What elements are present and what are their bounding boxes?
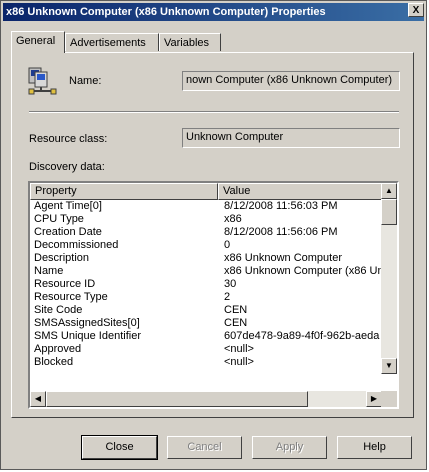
discovery-data-list[interactable]: Property Value Agent Time[0] 8/12/2008 11… [28, 181, 399, 409]
table-row[interactable]: Site Code CEN [30, 304, 382, 317]
table-row[interactable]: Resource Type 2 [30, 291, 382, 304]
separator [29, 111, 399, 113]
discovery-data-label: Discovery data: [29, 161, 105, 173]
value-cell: x86 [224, 213, 242, 225]
help-button[interactable]: Help [337, 436, 412, 459]
property-cell: Decommissioned [34, 239, 119, 251]
property-cell: Resource ID [34, 278, 96, 290]
property-cell: Resource Type [34, 291, 108, 303]
value-cell: 607de478-9a89-4f0f-962b-aeda [224, 330, 380, 342]
value-cell: 0 [224, 239, 231, 251]
table-row[interactable]: Creation Date 8/12/2008 11:56:06 PM [30, 226, 382, 239]
value-cell: 8/12/2008 11:56:06 PM [224, 226, 338, 238]
scroll-corner [381, 391, 397, 407]
table-row[interactable]: Agent Time[0] 8/12/2008 11:56:03 PM [30, 200, 382, 213]
table-row[interactable]: SMSAssignedSites[0] CEN [30, 317, 382, 330]
tab-general[interactable]: General [11, 31, 65, 53]
table-row[interactable]: Resource ID 30 [30, 278, 382, 291]
tab-advertisements[interactable]: Advertisements [65, 33, 159, 51]
property-cell: SMS Unique Identifier [34, 330, 141, 342]
table-row[interactable]: CPU Type x86 [30, 213, 382, 226]
property-cell: Blocked [34, 356, 74, 368]
name-label: Name: [69, 75, 102, 87]
properties-dialog: x86 Unknown Computer (x86 Unknown Comput… [0, 0, 427, 470]
table-row[interactable]: Decommissioned 0 [30, 239, 382, 252]
value-cell: <null> [224, 343, 254, 355]
vertical-scrollbar[interactable]: ▲ ▼ [381, 183, 397, 374]
value-cell: <null> [224, 356, 254, 368]
table-row[interactable]: Name x86 Unknown Computer (x86 Un [30, 265, 382, 278]
window-title: x86 Unknown Computer (x86 Unknown Comput… [6, 6, 326, 18]
resource-class-label: Resource class: [29, 133, 108, 145]
name-field[interactable]: nown Computer (x86 Unknown Computer) [182, 71, 400, 91]
value-cell: 8/12/2008 11:56:03 PM [224, 200, 338, 212]
property-cell: Site Code [34, 304, 83, 316]
horizontal-scroll-thumb[interactable] [46, 391, 308, 407]
property-cell: SMSAssignedSites[0] [34, 317, 140, 329]
property-cell: Agent Time[0] [34, 200, 102, 212]
value-cell: CEN [224, 317, 248, 329]
value-cell: x86 Unknown Computer [224, 252, 343, 264]
property-cell: Approved [34, 343, 82, 355]
column-header-value[interactable]: Value [218, 183, 382, 200]
property-cell: Name [34, 265, 64, 277]
table-row[interactable]: SMS Unique Identifier 607de478-9a89-4f0f-… [30, 330, 382, 343]
value-cell: x86 Unknown Computer (x86 Un [224, 265, 382, 277]
scroll-left-icon[interactable]: ◀ [30, 391, 46, 407]
horizontal-scrollbar[interactable]: ◀ ▶ [30, 391, 382, 407]
property-cell: CPU Type [34, 213, 84, 225]
tab-variables[interactable]: Variables [159, 33, 221, 51]
cancel-button[interactable]: Cancel [167, 436, 242, 459]
apply-button[interactable]: Apply [252, 436, 327, 459]
property-cell: Creation Date [34, 226, 102, 238]
value-cell: 2 [224, 291, 231, 303]
table-row[interactable]: Approved <null> [30, 343, 382, 356]
value-cell: CEN [224, 304, 248, 316]
title-bar: x86 Unknown Computer (x86 Unknown Comput… [3, 3, 424, 21]
table-row[interactable]: Description x86 Unknown Computer [30, 252, 382, 265]
computers-network-icon [27, 67, 59, 95]
close-window-button[interactable]: X [408, 3, 424, 17]
vertical-scroll-thumb[interactable] [381, 199, 397, 225]
property-cell: Description [34, 252, 90, 264]
scroll-up-icon[interactable]: ▲ [381, 183, 397, 199]
scroll-right-icon[interactable]: ▶ [366, 391, 382, 407]
scroll-down-icon[interactable]: ▼ [381, 358, 397, 374]
resource-class-field[interactable]: Unknown Computer [182, 128, 400, 148]
column-header-property[interactable]: Property [30, 183, 218, 200]
value-cell: 30 [224, 278, 237, 290]
close-button[interactable]: Close [81, 435, 158, 460]
table-row[interactable]: Blocked <null> [30, 356, 382, 369]
